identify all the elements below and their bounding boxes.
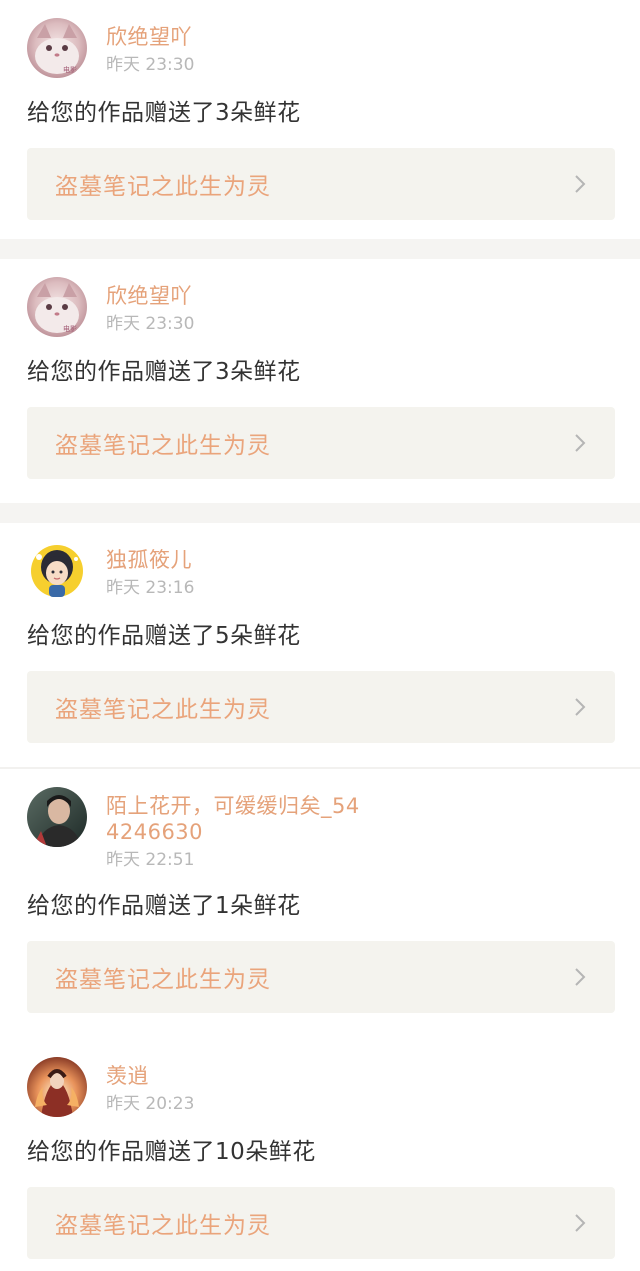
work-link-card[interactable]: 盗墓笔记之此生为灵	[27, 671, 615, 743]
timestamp: 昨天 23:16	[106, 578, 195, 598]
work-title: 盗墓笔记之此生为灵	[55, 1213, 271, 1239]
work-link-card[interactable]: 盗墓笔记之此生为灵	[27, 1187, 615, 1259]
notification-item: 独孤筱儿 昨天 23:16 给您的作品赠送了5朵鲜花 盗墓笔记之此生为灵	[0, 523, 640, 767]
notification-meta: 欣绝望吖 昨天 23:30	[106, 18, 194, 76]
notification-item: 羡逍 昨天 20:23 给您的作品赠送了10朵鲜花 盗墓笔记之此生为灵	[0, 1039, 640, 1271]
username[interactable]: 欣绝望吖	[106, 283, 194, 309]
avatar-badge: 电影	[63, 65, 77, 74]
timestamp: 昨天 23:30	[106, 314, 195, 334]
notification-item: 电影 欣绝望吖 昨天 23:30 给您的作品赠送了3朵鲜花 盗墓笔记之此生为灵	[0, 0, 640, 239]
person-photo-avatar-icon[interactable]	[27, 787, 87, 847]
username[interactable]: 独孤筱儿	[106, 547, 194, 573]
chevron-right-icon	[575, 434, 586, 452]
notification-header: 独孤筱儿 昨天 23:16	[0, 523, 640, 601]
notification-header: 陌上花开，可缓缓归矣_544246630 昨天 22:51	[0, 769, 640, 871]
avatar-badge: 电影	[63, 324, 77, 333]
work-title: 盗墓笔记之此生为灵	[55, 697, 271, 723]
chevron-right-icon	[575, 1214, 586, 1232]
username[interactable]: 羡逍	[106, 1063, 194, 1089]
fire-art-avatar-icon[interactable]	[27, 1057, 87, 1117]
notification-header: 羡逍 昨天 20:23	[0, 1039, 640, 1117]
timestamp: 昨天 22:51	[106, 850, 195, 870]
gift-message: 给您的作品赠送了5朵鲜花	[27, 623, 301, 649]
gift-message: 给您的作品赠送了10朵鲜花	[27, 1139, 316, 1165]
notification-meta: 欣绝望吖 昨天 23:30	[106, 277, 194, 335]
notification-item: 电影 欣绝望吖 昨天 23:30 给您的作品赠送了3朵鲜花 盗墓笔记之此生为灵	[0, 259, 640, 503]
chevron-right-icon	[575, 698, 586, 716]
cartoon-girl-avatar-icon[interactable]	[27, 541, 87, 601]
work-link-card[interactable]: 盗墓笔记之此生为灵	[27, 148, 615, 220]
work-title: 盗墓笔记之此生为灵	[55, 967, 271, 993]
gift-notification-feed: 电影 欣绝望吖 昨天 23:30 给您的作品赠送了3朵鲜花 盗墓笔记之此生为灵	[0, 0, 640, 1271]
chevron-right-icon	[575, 968, 586, 986]
username[interactable]: 欣绝望吖	[106, 24, 194, 50]
timestamp: 昨天 20:23	[106, 1094, 195, 1114]
notification-meta: 羡逍 昨天 20:23	[106, 1057, 194, 1115]
notification-header: 电影 欣绝望吖 昨天 23:30	[0, 0, 640, 78]
gift-message: 给您的作品赠送了3朵鲜花	[27, 359, 301, 385]
work-link-card[interactable]: 盗墓笔记之此生为灵	[27, 941, 615, 1013]
cat-avatar-icon[interactable]: 电影	[27, 277, 87, 337]
notification-meta: 陌上花开，可缓缓归矣_544246630 昨天 22:51	[106, 787, 366, 871]
notification-header: 电影 欣绝望吖 昨天 23:30	[0, 259, 640, 337]
cat-avatar-icon[interactable]: 电影	[27, 18, 87, 78]
gift-message: 给您的作品赠送了3朵鲜花	[27, 100, 301, 126]
item-separator	[0, 503, 640, 523]
gift-message: 给您的作品赠送了1朵鲜花	[27, 893, 301, 919]
item-separator	[0, 239, 640, 259]
work-link-card[interactable]: 盗墓笔记之此生为灵	[27, 407, 615, 479]
username[interactable]: 陌上花开，可缓缓归矣_544246630	[106, 793, 366, 845]
work-title: 盗墓笔记之此生为灵	[55, 433, 271, 459]
work-title: 盗墓笔记之此生为灵	[55, 174, 271, 200]
notification-meta: 独孤筱儿 昨天 23:16	[106, 541, 194, 599]
timestamp: 昨天 23:30	[106, 55, 195, 75]
notification-item: 陌上花开，可缓缓归矣_544246630 昨天 22:51 给您的作品赠送了1朵…	[0, 769, 640, 1039]
chevron-right-icon	[575, 175, 586, 193]
